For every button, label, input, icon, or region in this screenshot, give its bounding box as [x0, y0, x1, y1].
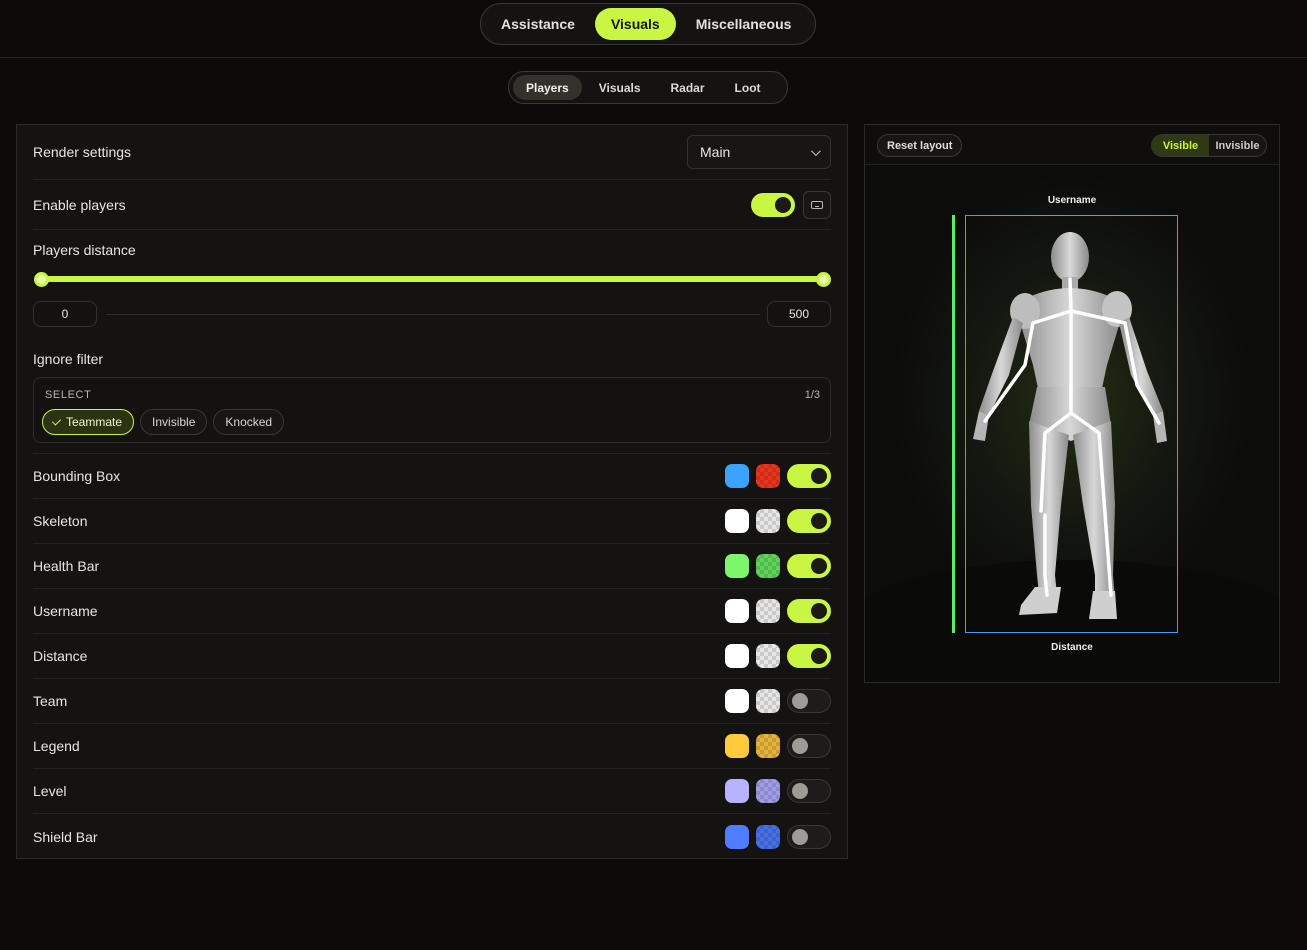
feature-label: Health Bar [33, 558, 100, 574]
distance-toggle[interactable] [787, 644, 831, 668]
skeleton-invisible-color[interactable] [756, 509, 780, 533]
filter-chip-invisible[interactable]: Invisible [140, 409, 208, 435]
feature-label: Team [33, 693, 68, 709]
filter-chip-knocked[interactable]: Knocked [213, 409, 285, 435]
feature-row-bounding-box: Bounding Box [33, 454, 831, 499]
bounding-box-invisible-color[interactable] [756, 464, 780, 488]
invisible-option[interactable]: Invisible [1209, 135, 1266, 156]
enable-players-toggle[interactable] [751, 192, 795, 217]
render-settings-dropdown[interactable]: Main [687, 135, 831, 169]
keybind-button[interactable] [803, 190, 831, 219]
legend-visible-color[interactable] [725, 734, 749, 758]
distance-slider-track[interactable] [41, 276, 824, 282]
feature-row-skeleton: Skeleton [33, 499, 831, 544]
feature-label: Bounding Box [33, 468, 121, 484]
select-count: 1/3 [804, 389, 820, 401]
legend-toggle[interactable] [787, 734, 831, 758]
feature-row-username: Username [33, 589, 831, 634]
preview-stage: Username Distance [865, 165, 1279, 682]
feature-list: Bounding Box Skeleton Health Bar Username Di… [33, 453, 831, 859]
bounding-box-visible-color[interactable] [725, 464, 749, 488]
render-settings-row: Render settings Main [33, 125, 831, 180]
filter-chip-label: Knocked [225, 415, 273, 429]
check-icon [51, 415, 62, 426]
level-visible-color[interactable] [725, 779, 749, 803]
enable-players-row: Enable players [33, 180, 831, 230]
filter-chip-teammate[interactable]: Teammate [42, 409, 135, 435]
sub-tabs: Players Visuals Radar Loot [508, 71, 788, 104]
feature-row-team: Team [33, 679, 831, 724]
filter-chip-label: Invisible [152, 415, 196, 429]
range-divider [106, 314, 760, 315]
feature-row-health-bar: Health Bar [33, 544, 831, 589]
esp-username-label[interactable]: Username [865, 195, 1279, 206]
legend-invisible-color[interactable] [756, 734, 780, 758]
health-bar-visible-color[interactable] [725, 554, 749, 578]
team-invisible-color[interactable] [756, 689, 780, 713]
skeleton-visible-color[interactable] [725, 509, 749, 533]
esp-distance-label[interactable]: Distance [865, 642, 1279, 653]
feature-label: Skeleton [33, 513, 88, 529]
distance-min-input[interactable]: 0 [33, 301, 97, 327]
render-settings-value: Main [700, 144, 731, 160]
subtab-visuals[interactable]: Visuals [586, 75, 654, 100]
subtab-players[interactable]: Players [513, 75, 582, 100]
feature-label: Distance [33, 648, 88, 664]
esp-bounding-box[interactable] [965, 215, 1178, 633]
visible-option[interactable]: Visible [1152, 135, 1209, 156]
feature-row-shield-bar: Shield Bar [33, 814, 831, 859]
username-invisible-color[interactable] [756, 599, 780, 623]
main-tabs: Assistance Visuals Miscellaneous [480, 3, 816, 45]
distance-slider-min-handle[interactable] [34, 272, 49, 287]
feature-row-distance: Distance [33, 634, 831, 679]
preview-header: Reset layout Visible Invisible [865, 125, 1279, 165]
feature-label: Level [33, 783, 67, 799]
visibility-toggle: Visible Invisible [1151, 134, 1267, 157]
feature-row-legend: Legend [33, 724, 831, 769]
distance-visible-color[interactable] [725, 644, 749, 668]
team-visible-color[interactable] [725, 689, 749, 713]
esp-health-bar[interactable] [952, 215, 955, 633]
shield-bar-toggle[interactable] [787, 824, 831, 849]
skeleton-toggle[interactable] [787, 509, 831, 533]
esp-preview: Reset layout Visible Invisible Username [864, 124, 1280, 683]
top-bar: Assistance Visuals Miscellaneous [0, 0, 1307, 58]
distance-max-input[interactable]: 500 [767, 301, 831, 327]
health-bar-invisible-color[interactable] [756, 554, 780, 578]
filter-chip-label: Teammate [66, 415, 123, 429]
subtab-loot[interactable]: Loot [722, 75, 774, 100]
tab-assistance[interactable]: Assistance [485, 8, 591, 40]
players-distance-label: Players distance [33, 242, 136, 258]
settings-panel: Render settings Main Enable players Play… [16, 124, 848, 859]
chevron-down-icon [810, 145, 821, 156]
feature-label: Legend [33, 738, 80, 754]
feature-label: Shield Bar [33, 828, 98, 845]
username-visible-color[interactable] [725, 599, 749, 623]
keyboard-icon [811, 200, 823, 209]
enable-players-label: Enable players [33, 196, 126, 213]
select-title: SELECT [45, 389, 92, 401]
level-invisible-color[interactable] [756, 779, 780, 803]
team-toggle[interactable] [787, 689, 831, 713]
render-settings-label: Render settings [33, 144, 132, 160]
bounding-box-toggle[interactable] [787, 464, 831, 488]
reset-layout-button[interactable]: Reset layout [877, 134, 963, 157]
shield-bar-invisible-color[interactable] [756, 824, 780, 849]
ignore-filter-select: SELECT 1/3 Teammate Invisible Knocked [33, 377, 831, 443]
level-toggle[interactable] [787, 779, 831, 803]
distance-slider-max-handle[interactable] [816, 272, 831, 287]
health-bar-toggle[interactable] [787, 554, 831, 578]
tab-visuals[interactable]: Visuals [594, 8, 676, 40]
username-toggle[interactable] [787, 599, 831, 623]
distance-invisible-color[interactable] [756, 644, 780, 668]
shield-bar-visible-color[interactable] [725, 824, 749, 849]
ignore-filter-label: Ignore filter [33, 351, 104, 367]
feature-row-level: Level [33, 769, 831, 814]
tab-miscellaneous[interactable]: Miscellaneous [680, 8, 808, 40]
subtab-radar[interactable]: Radar [658, 75, 718, 100]
feature-label: Username [33, 603, 98, 619]
